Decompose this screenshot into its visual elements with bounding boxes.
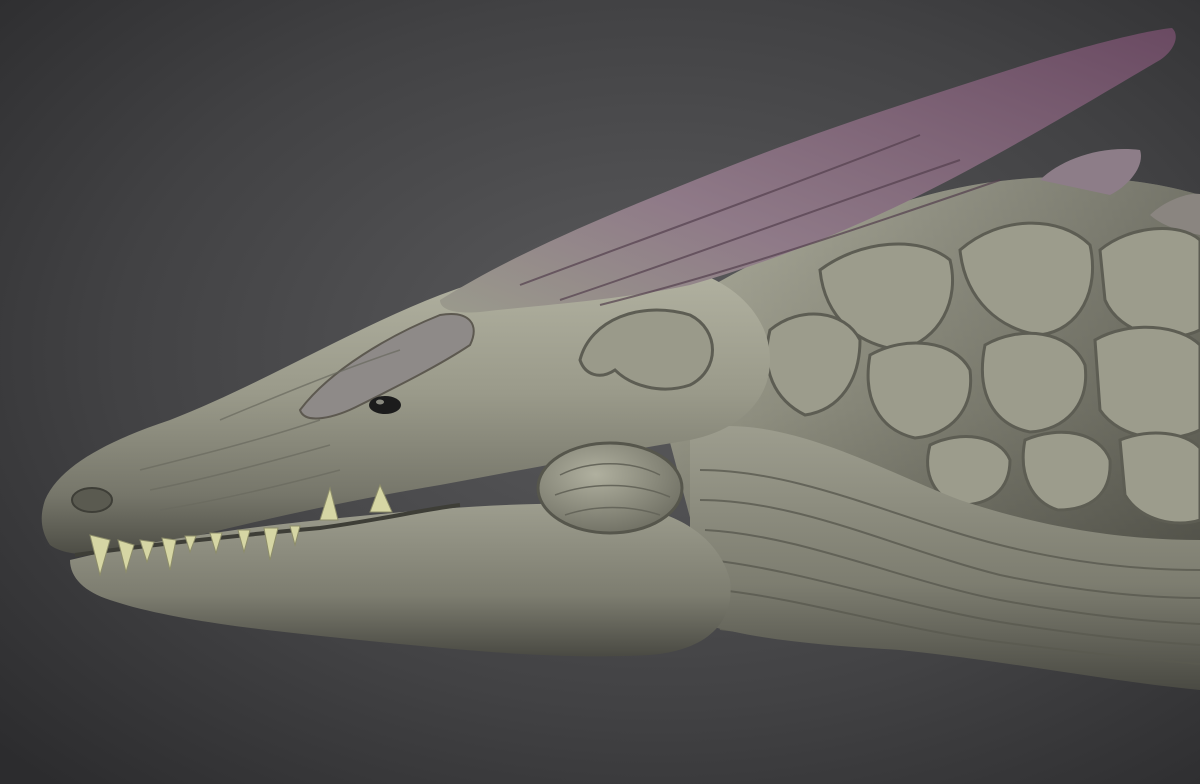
dragon-eye (369, 396, 401, 414)
nostril (71, 487, 113, 513)
cheek-scale-plate (536, 441, 684, 535)
eye-highlight (376, 399, 384, 405)
sculpt-render-canvas (0, 0, 1200, 784)
dragon-render (0, 0, 1200, 784)
